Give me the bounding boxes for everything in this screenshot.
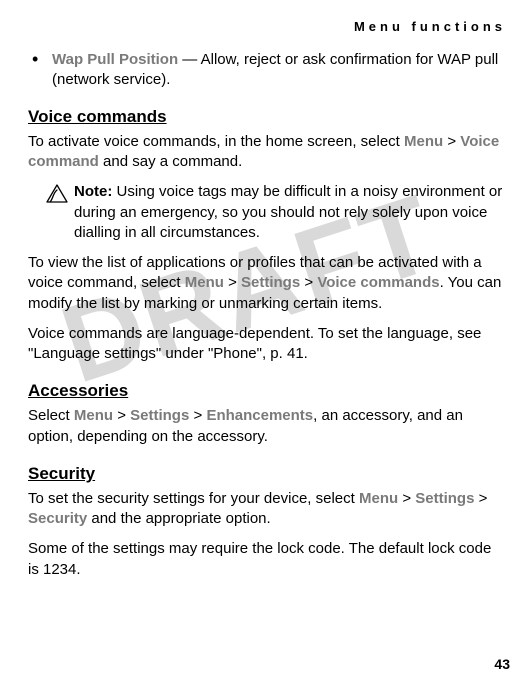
menu-path-menu: Menu — [359, 490, 398, 507]
text: To set the security settings for your de… — [28, 490, 359, 507]
voice-p1: To activate voice commands, in the home … — [28, 132, 506, 173]
note-label: Note: — [74, 183, 112, 200]
bullet-item: • Wap Pull Position — Allow, reject or a… — [28, 50, 506, 91]
menu-path-security: Security — [28, 510, 87, 527]
sep: > — [113, 407, 130, 424]
text: Select — [28, 407, 74, 424]
bullet-marker: • — [28, 50, 52, 91]
page-content: Menu functions • Wap Pull Position — All… — [28, 18, 506, 580]
note-block: Note: Using voice tags may be difficult … — [46, 182, 506, 243]
menu-path-settings: Settings — [130, 407, 189, 424]
note-icon — [46, 182, 74, 243]
heading-accessories: Accessories — [28, 380, 506, 403]
bullet-term: Wap Pull Position — [52, 51, 178, 68]
voice-p2: To view the list of applications or prof… — [28, 253, 506, 314]
bullet-dash: — — [178, 51, 201, 68]
menu-path-menu: Menu — [404, 133, 443, 150]
menu-path-enhancements: Enhancements — [206, 407, 313, 424]
note-text-wrapper: Note: Using voice tags may be difficult … — [74, 182, 506, 243]
menu-path-voice-commands: Voice commands — [317, 274, 439, 291]
sep: > — [474, 490, 487, 507]
sep: > — [398, 490, 415, 507]
text: and the appropriate option. — [87, 510, 270, 527]
menu-path-settings: Settings — [415, 490, 474, 507]
heading-security: Security — [28, 463, 506, 486]
page-number: 43 — [494, 655, 510, 674]
menu-path-menu: Menu — [185, 274, 224, 291]
voice-p3: Voice commands are language-dependent. T… — [28, 324, 506, 365]
sep: > — [443, 133, 460, 150]
sep: > — [189, 407, 206, 424]
text: To activate voice commands, in the home … — [28, 133, 404, 150]
bullet-text: Wap Pull Position — Allow, reject or ask… — [52, 50, 506, 91]
menu-path-menu: Menu — [74, 407, 113, 424]
note-body: Using voice tags may be difficult in a n… — [74, 183, 502, 241]
text: and say a command. — [99, 153, 242, 170]
menu-path-settings: Settings — [241, 274, 300, 291]
heading-voice-commands: Voice commands — [28, 106, 506, 129]
accessories-p: Select Menu > Settings > Enhancements, a… — [28, 406, 506, 447]
sep: > — [300, 274, 317, 291]
running-header: Menu functions — [28, 18, 506, 36]
sep: > — [224, 274, 241, 291]
security-p2: Some of the settings may require the loc… — [28, 539, 506, 580]
security-p1: To set the security settings for your de… — [28, 489, 506, 530]
